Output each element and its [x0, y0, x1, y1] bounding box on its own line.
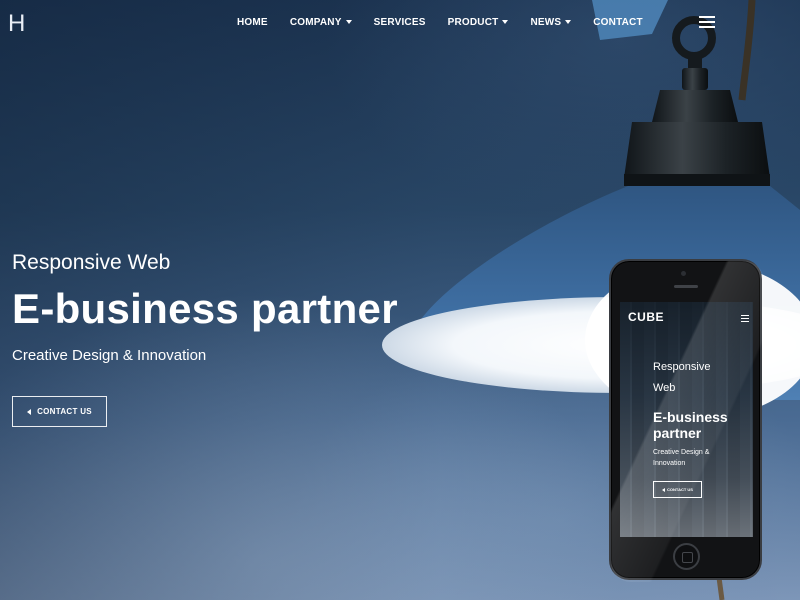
contact-us-button[interactable]: CONTACT US — [12, 396, 107, 427]
phone-subtitle-line1: Responsive — [653, 361, 711, 373]
nav-contact-label: CONTACT — [593, 17, 643, 28]
hero-text-block: Responsive Web E-business partner Creati… — [12, 250, 398, 366]
chevron-down-icon — [345, 20, 352, 25]
phone-contact-button: CONTACT US — [653, 481, 702, 498]
hero-tagline: Creative Design & Innovation — [12, 347, 207, 364]
hero-subtitle: Responsive Web — [12, 251, 171, 274]
hamburger-icon[interactable] — [699, 16, 715, 28]
phone-camera-icon — [681, 271, 686, 276]
phone-title-line1: E-business — [653, 409, 728, 425]
phone-tagline-line2: Innovation — [653, 460, 686, 467]
nav-services[interactable]: SERVICES — [363, 14, 437, 32]
nav-company-label: COMPANY — [289, 17, 342, 28]
nav-contact[interactable]: CONTACT — [582, 14, 654, 32]
phone-speaker — [674, 285, 698, 288]
phone-tagline-line1: Creative Design & — [653, 449, 710, 456]
nav-company[interactable]: COMPANY — [279, 14, 363, 32]
nav-home-label: HOME — [237, 17, 268, 28]
phone-hero-text: Responsive Web E-business partner Creati… — [653, 357, 749, 469]
phone-subtitle-line2: Web — [653, 382, 676, 394]
hamburger-icon — [741, 315, 749, 322]
phone-title-line2: partner — [653, 425, 702, 441]
nav-news[interactable]: NEWS — [519, 14, 582, 32]
phone-home-button — [673, 543, 700, 570]
chevron-down-icon — [502, 20, 509, 25]
chevron-down-icon — [565, 20, 572, 25]
site-logo[interactable]: H — [8, 10, 26, 38]
nav-services-label: SERVICES — [373, 17, 426, 28]
nav-news-label: NEWS — [530, 17, 562, 28]
phone-logo: CUBE — [628, 310, 665, 324]
phone-screen: CUBE Responsive Web E-business partner C… — [620, 302, 753, 537]
triangle-left-icon — [27, 408, 32, 415]
nav-product[interactable]: PRODUCT — [437, 14, 520, 32]
phone-mockup: CUBE Responsive Web E-business partner C… — [609, 259, 764, 582]
main-nav: HOME COMPANY SERVICES PRODUCT NEWS CONTA… — [226, 14, 654, 32]
triangle-left-icon — [662, 487, 666, 492]
phone-contact-label: CONTACT US — [667, 487, 693, 492]
nav-product-label: PRODUCT — [447, 17, 499, 28]
nav-home[interactable]: HOME — [226, 14, 279, 32]
hero-title: E-business partner — [12, 285, 398, 332]
contact-us-label: CONTACT US — [37, 407, 92, 416]
